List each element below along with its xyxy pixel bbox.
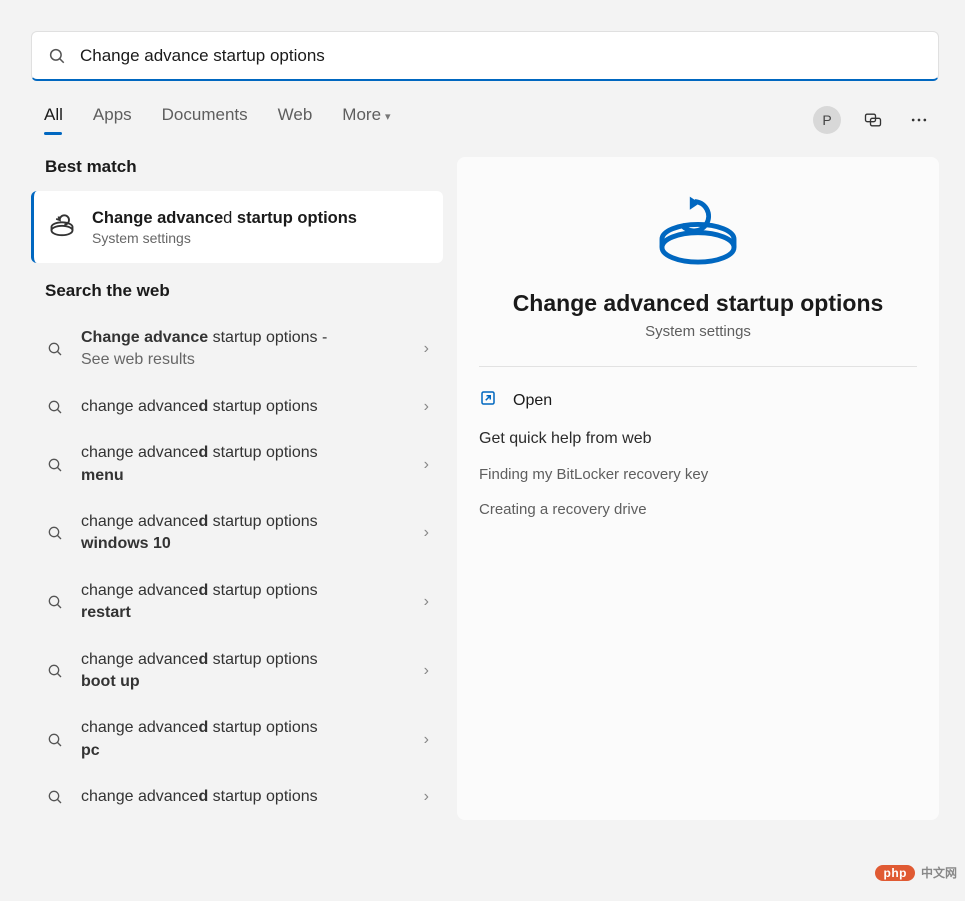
search-icon [47,341,81,357]
chevron-right-icon: › [418,524,435,542]
search-icon [47,525,81,541]
tab-documents[interactable]: Documents [162,105,248,135]
best-match-title: Change advanced startup options [92,209,357,228]
chevron-right-icon: › [418,788,435,806]
web-result[interactable]: change advanced startup options windows … [31,499,443,568]
tab-web[interactable]: Web [278,105,313,135]
web-result[interactable]: change advanced startup options › [31,384,443,430]
chevron-right-icon: › [418,398,435,416]
divider [479,366,917,367]
search-input[interactable] [66,46,922,66]
chevron-right-icon: › [418,662,435,680]
search-icon [47,457,81,473]
search-icon [47,789,81,805]
chat-icon[interactable] [859,106,887,134]
detail-subtitle: System settings [479,323,917,340]
chevron-down-icon: ▾ [385,111,391,123]
best-match-subtitle: System settings [92,230,357,246]
recovery-icon [38,203,86,251]
chevron-right-icon: › [418,593,435,611]
best-match-label: Best match [45,157,443,177]
search-icon [47,732,81,748]
search-icon [47,663,81,679]
search-icon [48,47,66,65]
chevron-right-icon: › [418,340,435,358]
chevron-right-icon: › [418,456,435,474]
tab-apps[interactable]: Apps [93,105,132,135]
search-box[interactable] [31,31,939,81]
more-icon[interactable] [905,106,933,134]
web-result[interactable]: change advanced startup options menu › [31,430,443,499]
web-result[interactable]: change advanced startup options restart … [31,568,443,637]
open-button[interactable]: Open [479,383,917,430]
avatar[interactable]: P [813,106,841,134]
web-result[interactable]: change advanced startup options pc › [31,705,443,774]
best-match-item[interactable]: Change advanced startup options System s… [31,191,443,263]
search-icon [47,594,81,610]
tab-all[interactable]: All [44,105,63,135]
tab-more[interactable]: More▾ [342,105,390,135]
detail-title: Change advanced startup options [479,290,917,317]
watermark: php 中文网 [875,864,957,881]
search-web-label: Search the web [45,281,443,301]
recovery-icon [657,195,739,267]
chevron-right-icon: › [418,731,435,749]
search-icon [47,399,81,415]
web-result[interactable]: Change advance startup options - See web… [31,315,443,384]
filter-tabs: All Apps Documents Web More▾ [44,105,813,135]
web-result[interactable]: change advanced startup options boot up … [31,637,443,706]
open-icon [479,389,497,412]
web-result[interactable]: change advanced startup options › [31,774,443,820]
quick-help-label: Get quick help from web [479,430,917,448]
help-link[interactable]: Finding my BitLocker recovery key [479,466,917,483]
help-link[interactable]: Creating a recovery drive [479,501,917,518]
